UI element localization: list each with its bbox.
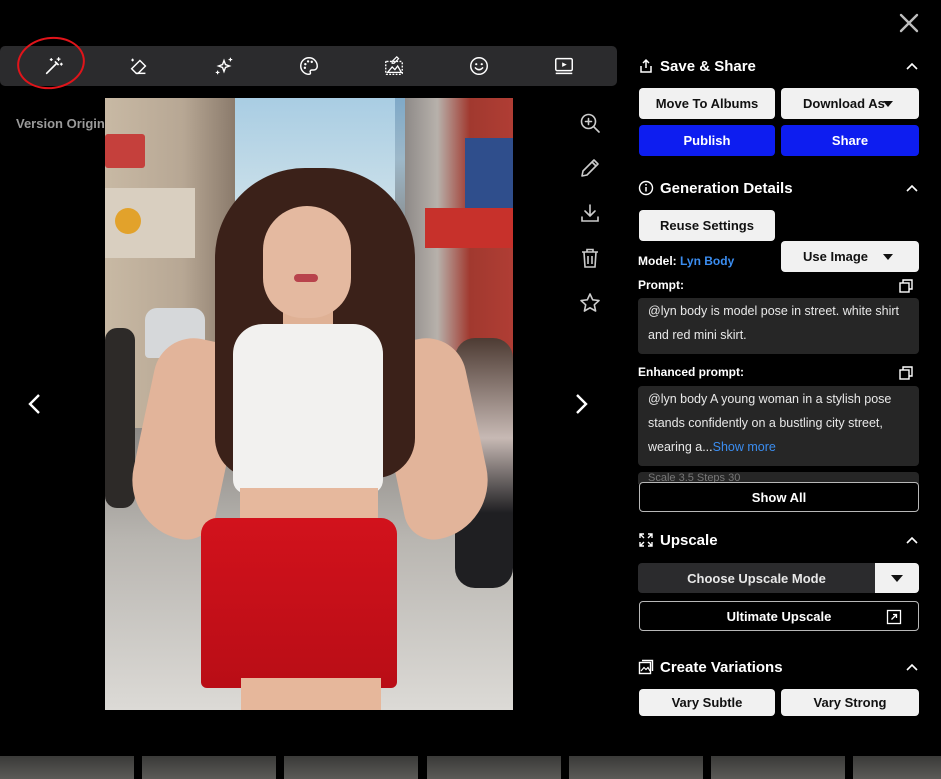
magic-wand-icon	[45, 57, 63, 75]
publish-button[interactable]: Publish	[639, 125, 775, 156]
save-share-header: Save & Share	[638, 54, 920, 78]
copy-prompt-button[interactable]	[898, 278, 914, 294]
next-image-button[interactable]	[566, 384, 596, 424]
download-icon	[581, 204, 599, 222]
image-edit-tool-button[interactable]	[374, 46, 414, 86]
model-row: Model: Lyn Body	[638, 254, 734, 268]
close-button[interactable]	[896, 10, 922, 36]
chevron-up-icon[interactable]	[904, 659, 920, 675]
use-image-dropdown[interactable]: Use Image	[781, 241, 919, 272]
close-icon	[899, 13, 919, 33]
thumbnail[interactable]	[853, 756, 941, 779]
face-tool-button[interactable]	[459, 46, 499, 86]
save-share-title: Save & Share	[660, 57, 756, 75]
upscale-mode-dropdown[interactable]	[875, 563, 919, 593]
share-icon	[638, 58, 654, 74]
generation-details-header: Generation Details	[638, 176, 920, 200]
video-tool-button[interactable]	[544, 46, 584, 86]
download-button[interactable]	[578, 201, 602, 225]
use-image-label: Use Image	[803, 249, 869, 264]
prompt-text: @lyn body is model pose in street. white…	[638, 298, 919, 354]
eraser-icon	[130, 58, 147, 75]
edit-button[interactable]	[578, 156, 602, 180]
pencil-icon	[581, 159, 599, 177]
model-value[interactable]: Lyn Body	[680, 254, 734, 268]
upscale-mode-label[interactable]: Choose Upscale Mode	[638, 563, 875, 593]
thumbnail[interactable]	[284, 756, 418, 779]
sparkles-tool-button[interactable]	[204, 46, 244, 86]
zoom-in-button[interactable]	[578, 111, 602, 135]
create-variations-header: Create Variations	[638, 655, 920, 679]
video-icon	[555, 57, 573, 75]
edit-toolbar	[0, 46, 617, 86]
info-icon	[638, 180, 654, 196]
thumbnail[interactable]	[427, 756, 561, 779]
generation-details-title: Generation Details	[660, 179, 793, 197]
favorite-button[interactable]	[578, 291, 602, 315]
palette-tool-button[interactable]	[289, 46, 329, 86]
magic-wand-tool-button[interactable]	[34, 46, 74, 86]
create-variations-title: Create Variations	[660, 658, 783, 676]
copy-icon	[899, 366, 913, 380]
download-as-dropdown[interactable]: Download As	[781, 88, 919, 119]
move-to-albums-button[interactable]: Move To Albums	[639, 88, 775, 119]
caret-down-icon	[891, 574, 903, 582]
share-button[interactable]: Share	[781, 125, 919, 156]
vary-strong-button[interactable]: Vary Strong	[781, 689, 919, 716]
chevron-left-icon	[28, 394, 40, 414]
ultimate-upscale-button[interactable]: Ultimate Upscale	[639, 601, 919, 631]
thumbnail[interactable]	[0, 756, 134, 779]
previous-image-button[interactable]	[20, 384, 50, 424]
thumbnail[interactable]	[711, 756, 845, 779]
external-link-icon	[886, 609, 902, 625]
image-edit-icon	[385, 55, 403, 75]
download-as-label: Download As	[803, 96, 885, 111]
trash-icon	[582, 248, 598, 268]
expand-icon	[638, 532, 654, 548]
show-more-link[interactable]: Show more	[713, 440, 776, 454]
generated-image	[105, 98, 513, 710]
reuse-settings-button[interactable]: Reuse Settings	[639, 210, 775, 241]
show-all-button[interactable]: Show All	[639, 482, 919, 512]
delete-button[interactable]	[578, 246, 602, 270]
caret-down-icon	[883, 254, 893, 260]
upscale-title: Upscale	[660, 531, 718, 549]
chevron-up-icon[interactable]	[904, 180, 920, 196]
chevron-right-icon	[576, 394, 588, 414]
copy-icon	[899, 279, 913, 293]
eraser-tool-button[interactable]	[119, 46, 159, 86]
copy-enhanced-prompt-button[interactable]	[898, 365, 914, 381]
model-label: Model:	[638, 254, 677, 268]
smiley-icon	[470, 57, 488, 75]
enhanced-prompt-box: @lyn body A young woman in a stylish pos…	[638, 386, 919, 466]
ultimate-upscale-label: Ultimate Upscale	[726, 608, 832, 624]
chevron-up-icon[interactable]	[904, 58, 920, 74]
chevron-up-icon[interactable]	[904, 532, 920, 548]
enhanced-prompt-label: Enhanced prompt:	[638, 365, 745, 379]
star-icon	[580, 293, 600, 312]
upscale-header: Upscale	[638, 528, 920, 552]
images-icon	[638, 659, 654, 675]
sparkles-icon	[215, 57, 233, 75]
thumbnail[interactable]	[569, 756, 703, 779]
palette-icon	[300, 57, 318, 75]
vary-subtle-button[interactable]: Vary Subtle	[639, 689, 775, 716]
prompt-label: Prompt:	[638, 278, 684, 292]
upscale-mode-select[interactable]: Choose Upscale Mode	[638, 563, 919, 593]
zoom-in-icon	[580, 113, 600, 133]
thumbnail[interactable]	[142, 756, 276, 779]
caret-down-icon	[883, 101, 893, 107]
